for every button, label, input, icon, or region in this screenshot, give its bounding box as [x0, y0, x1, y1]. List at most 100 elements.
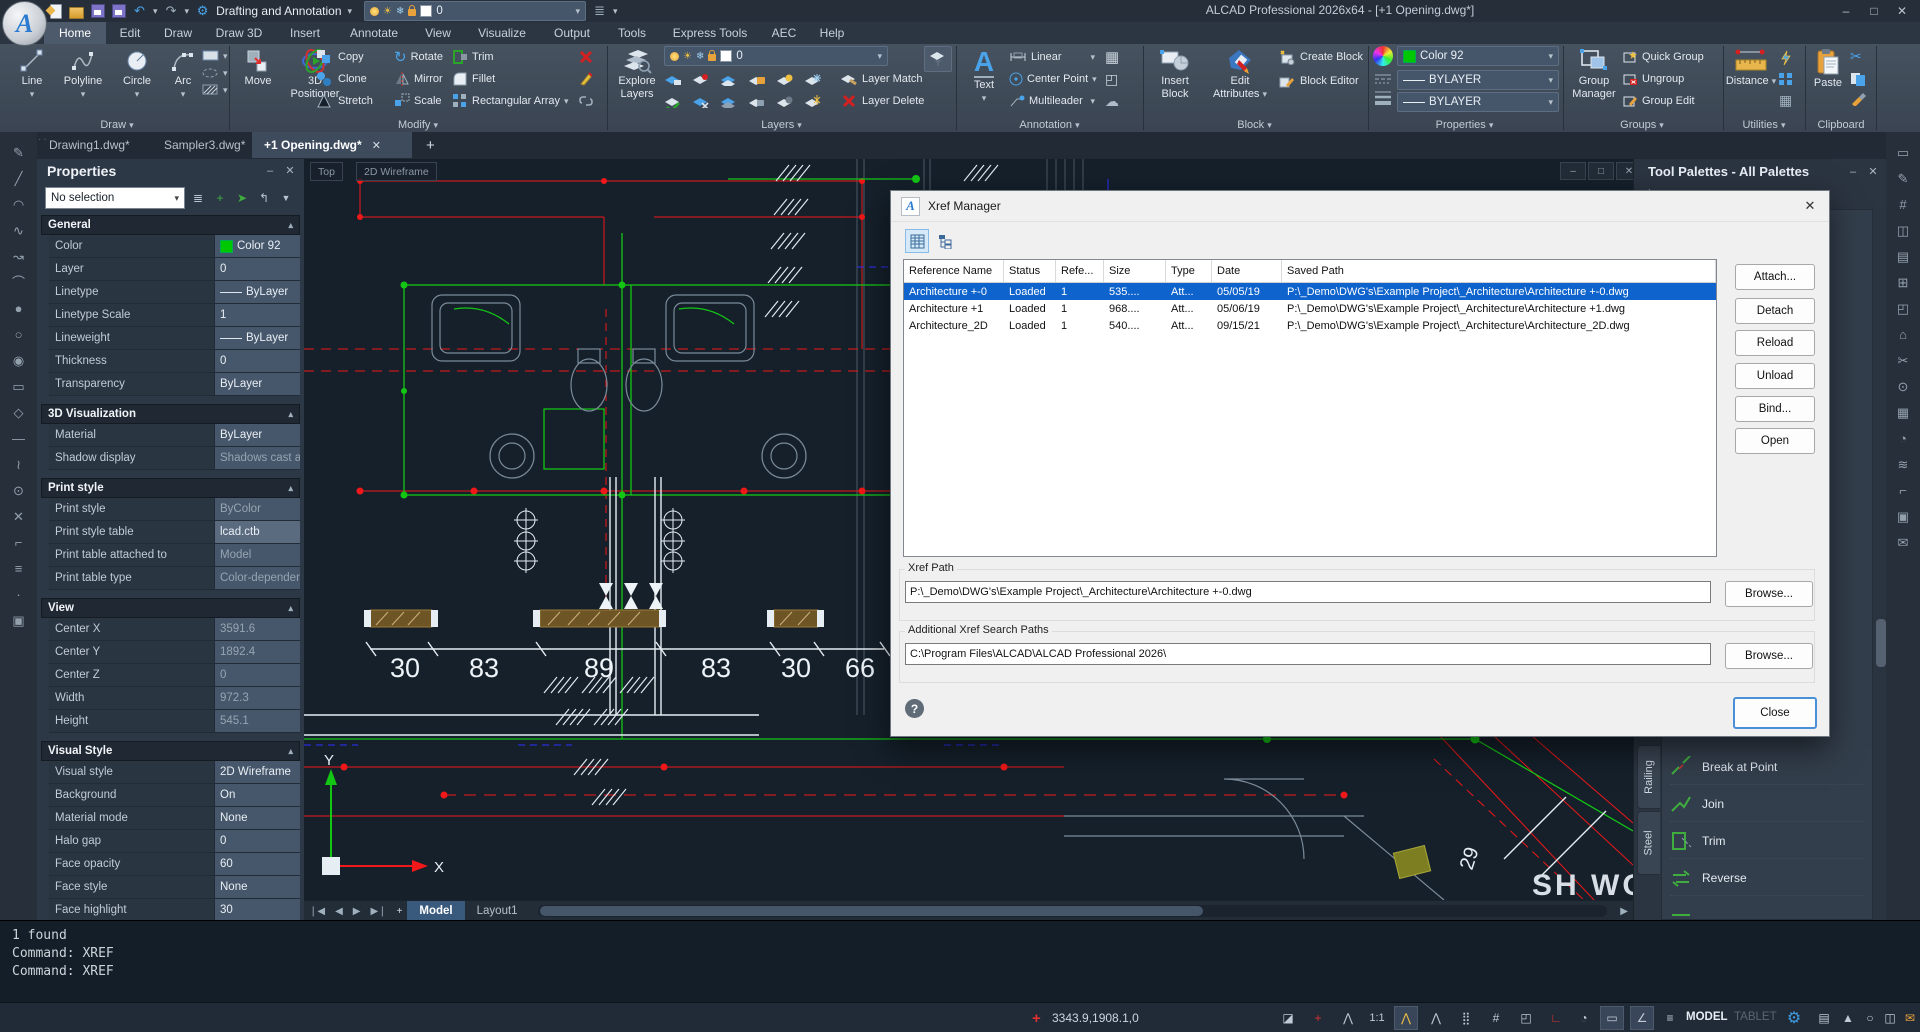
text-dropdown-icon[interactable]: ▾ — [982, 92, 987, 104]
layer-match-button[interactable]: Layer Match — [840, 70, 923, 88]
paste-button[interactable]: Paste — [1810, 48, 1846, 89]
edit-attributes-button[interactable]: Edit Attributes ▾ — [1208, 48, 1272, 100]
join-chain-button[interactable] — [578, 92, 594, 110]
left-tool-leader-icon[interactable]: ↝ — [13, 250, 24, 263]
right-tool-corner-icon[interactable]: ◰ — [1897, 302, 1909, 315]
layer-thaw-all-icon[interactable] — [804, 94, 822, 108]
horizontal-scrollbar-thumb[interactable] — [540, 906, 1203, 916]
snap-mode-icon[interactable]: ◪ — [1276, 1006, 1300, 1030]
last-layout-icon[interactable]: ▶❘ — [365, 906, 391, 917]
line-dropdown-icon[interactable]: ▾ — [30, 88, 35, 100]
multileader-dropdown-icon[interactable]: ▾ — [1090, 96, 1095, 107]
prop-row-face-highlight[interactable]: Face highlight30 — [49, 899, 300, 922]
snap-corner-icon[interactable]: ◰ — [1514, 1006, 1538, 1030]
circle-dropdown-icon[interactable]: ▾ — [135, 88, 140, 100]
layer-match-state-icon[interactable] — [692, 94, 710, 108]
clone-button[interactable]: Clone — [316, 70, 367, 88]
additional-paths-input[interactable] — [905, 643, 1711, 665]
left-tool-dot-icon[interactable]: · — [16, 588, 20, 601]
open-button[interactable]: Open — [1735, 428, 1815, 454]
distance-button[interactable]: Distance ▾ — [1728, 48, 1774, 87]
line-button[interactable]: Line▾ — [12, 48, 52, 100]
ribbon-layer-lock-icon[interactable] — [708, 54, 716, 61]
tab-express-tools[interactable]: Express Tools — [662, 22, 758, 44]
ribbon-layer-dropdown-icon[interactable]: ▾ — [877, 51, 882, 62]
center-point-button[interactable]: Center Point ▾ — [1009, 70, 1095, 88]
right-tool-home-icon[interactable]: ⌂ — [1899, 328, 1907, 341]
toggle-pickadd-icon[interactable]: ↰ — [255, 189, 273, 207]
notification-mail-icon[interactable]: ✉ — [1898, 1006, 1920, 1030]
section-print-header[interactable]: Print style▴ — [41, 478, 300, 498]
bind-button[interactable]: Bind... — [1735, 396, 1815, 422]
layer-set-current-icon[interactable] — [664, 72, 682, 86]
prop-row-print-style-table[interactable]: Print style tablelcad.ctb — [49, 521, 300, 544]
right-tool-list-icon[interactable]: ▤ — [1897, 250, 1909, 263]
open-file-icon[interactable] — [69, 4, 84, 19]
xref-dialog-close-icon[interactable]: ✕ — [1797, 196, 1823, 216]
tab-annotate[interactable]: Annotate — [338, 22, 410, 44]
palette-item-trim[interactable]: Trim — [1670, 824, 1864, 859]
additional-paths-browse-button[interactable]: Browse... — [1725, 643, 1813, 669]
command-prompt-line[interactable]: Command: XREF — [12, 963, 1920, 981]
left-tool-arc-icon[interactable]: ◠ — [13, 198, 24, 211]
prev-layout-icon[interactable]: ◀ — [330, 906, 348, 917]
selection-filter-combo[interactable]: No selection ▾ — [45, 187, 185, 209]
save-icon[interactable] — [90, 4, 105, 19]
annotation-scale-label[interactable]: 1:1 — [1362, 1006, 1392, 1030]
layer-freeze-icon[interactable]: ☀ — [383, 6, 392, 17]
distance-dropdown-icon[interactable]: ▾ — [1772, 76, 1777, 86]
prop-row-center-z[interactable]: Center Z0 — [49, 664, 300, 687]
insert-block-button[interactable]: Insert Block — [1152, 48, 1198, 100]
horizontal-scrollbar[interactable] — [538, 905, 1608, 917]
tab-visualize[interactable]: Visualize — [466, 22, 538, 44]
prop-row-lineweight[interactable]: LineweightByLayer — [49, 327, 300, 350]
tool-palettes-scrollbar-thumb[interactable] — [1876, 619, 1886, 667]
right-tool-rect-icon[interactable]: ▭ — [1897, 146, 1909, 159]
col-date[interactable]: Date — [1212, 260, 1282, 282]
annotation-visibility-icon[interactable]: ⋀ — [1394, 1006, 1418, 1030]
group-edit-button[interactable]: Group Edit — [1622, 92, 1695, 110]
mdi-minimize-icon[interactable]: – — [1560, 162, 1586, 180]
ellipse-tool-icon[interactable] — [202, 67, 220, 79]
redo-dropdown-icon[interactable]: ▾ — [185, 6, 190, 17]
left-tool-pencil-icon[interactable]: ✎ — [13, 146, 24, 159]
match-properties-brush-icon[interactable] — [1850, 92, 1866, 106]
xref-table[interactable]: Reference Name Status Refe... Size Type … — [903, 259, 1717, 557]
col-reference-name[interactable]: Reference Name — [904, 260, 1004, 282]
edit-attributes-dropdown-icon[interactable]: ▾ — [1263, 89, 1268, 99]
doc-tab-sampler3[interactable]: Sampler3.dwg* — [152, 132, 257, 158]
prop-row-layer[interactable]: Layer0 — [49, 258, 300, 281]
left-tool-freehand-icon[interactable]: ≀ — [16, 458, 21, 471]
grid-dots-icon[interactable]: ⣿ — [1454, 1006, 1478, 1030]
prop-row-visual-style[interactable]: Visual style2D Wireframe — [49, 761, 300, 784]
col-size[interactable]: Size — [1104, 260, 1166, 282]
xref-path-input[interactable] — [905, 581, 1711, 603]
left-tool-layers-icon[interactable]: ≡ — [15, 562, 23, 575]
rotate-button[interactable]: ↻ Rotate — [394, 48, 443, 66]
linetype-dropdown-icon[interactable]: ▾ — [1548, 97, 1553, 108]
id-point-icon[interactable] — [1778, 72, 1794, 86]
snap-angle-icon[interactable]: ∠ — [1630, 1006, 1654, 1030]
mirror-button[interactable]: Mirror — [394, 70, 443, 88]
layer-tools-dropdown-icon[interactable]: ▾ — [613, 6, 618, 17]
minimize-window-icon[interactable]: – — [1832, 0, 1860, 21]
left-tool-polygon-icon[interactable]: ◇ — [14, 406, 24, 419]
polar-tracking-icon[interactable]: ◔ — [1572, 1006, 1596, 1030]
calculator-icon[interactable]: ▦ — [1779, 92, 1792, 109]
layer-isolate-icon[interactable] — [720, 72, 738, 86]
modify-group-label[interactable]: Modify ▾ — [230, 119, 606, 131]
annotation-group-label[interactable]: Annotation ▾ — [957, 119, 1142, 131]
cut-scissors-icon[interactable]: ✂ — [1850, 48, 1862, 65]
coordinates-readout[interactable]: 3343.9,1908.1,0 — [1052, 1011, 1139, 1025]
right-tool-angle-icon[interactable]: ⌐ — [1899, 484, 1907, 497]
color-combo-dropdown-icon[interactable]: ▾ — [1548, 51, 1553, 62]
draw-group-label[interactable]: Draw ▾ — [6, 119, 228, 131]
layer-filter-button[interactable] — [924, 46, 952, 72]
color-combo[interactable]: Color 92 ▾ — [1397, 46, 1559, 66]
settings-gear-icon[interactable]: ⚙ — [1782, 1006, 1806, 1030]
help-icon[interactable]: ? — [905, 699, 924, 718]
undo-icon[interactable]: ↶ — [132, 4, 147, 19]
tab-view[interactable]: View — [414, 22, 462, 44]
scale-button[interactable]: Scale — [394, 92, 442, 110]
layer-freeze-tool-icon[interactable] — [804, 72, 822, 86]
